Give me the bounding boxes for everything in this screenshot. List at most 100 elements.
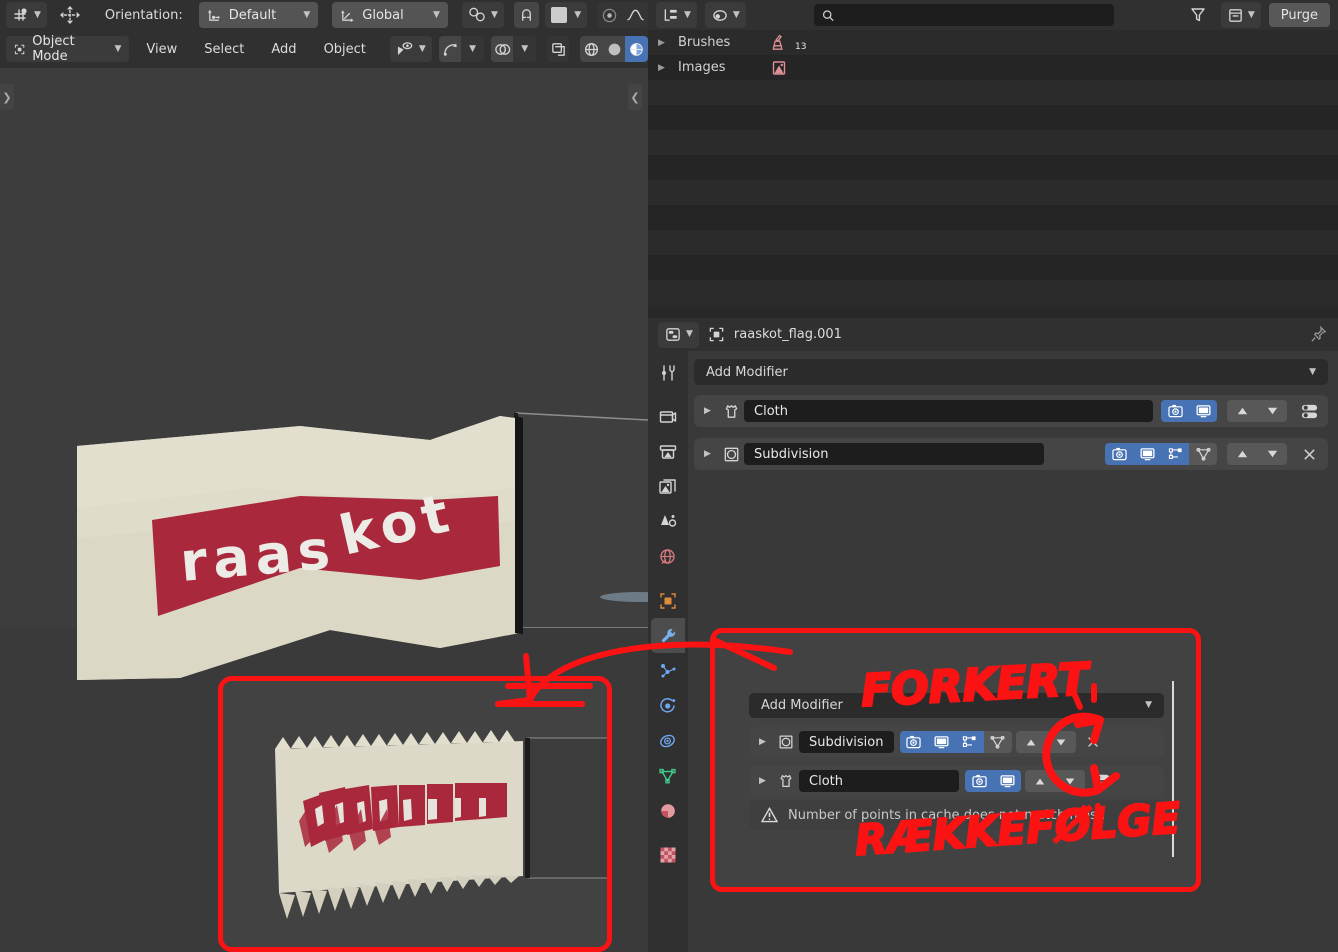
overlays-dropdown[interactable]: ▼: [513, 36, 536, 62]
realtime-toggle[interactable]: [927, 731, 956, 753]
menu-view[interactable]: View: [136, 36, 187, 62]
snap-target-dropdown[interactable]: ▼: [461, 2, 504, 28]
modifier-toggle-group[interactable]: [899, 731, 1012, 753]
oncage-toggle[interactable]: [1189, 443, 1217, 465]
ptab-tool[interactable]: [651, 355, 685, 390]
search-input-wrapper[interactable]: [814, 4, 1115, 26]
editmode-toggle[interactable]: [1161, 443, 1189, 465]
disclosure-triangle-icon[interactable]: ▶: [658, 63, 668, 73]
outliner-tree[interactable]: ▶ Brushes 13 ▶ Images: [648, 30, 1338, 305]
ptab-texture[interactable]: [651, 837, 685, 872]
gizmo-dropdown[interactable]: ▼: [461, 36, 484, 62]
ptab-material[interactable]: [651, 793, 685, 828]
outliner-editor-type-button[interactable]: ▼: [656, 2, 697, 28]
transform-orientation-dropdown[interactable]: Default ▼: [198, 2, 319, 28]
gizmo-toggle[interactable]: [438, 36, 462, 62]
move-up-button[interactable]: [1015, 731, 1046, 753]
disclosure-triangle-icon[interactable]: ▶: [658, 38, 668, 48]
outliner-filter-id-button[interactable]: ▼: [704, 2, 746, 28]
close-icon[interactable]: [1296, 443, 1322, 465]
callout-modifier-row-subdivision[interactable]: ▶ Subdivision: [749, 727, 1164, 757]
modifier-reorder-group[interactable]: [1227, 443, 1287, 465]
modifier-row-subdivision[interactable]: ▶ Subdivision: [694, 438, 1328, 470]
transform-pivot-dropdown[interactable]: Global ▼: [332, 2, 448, 28]
search-input[interactable]: [840, 8, 1107, 22]
move-down-button[interactable]: [1045, 731, 1076, 753]
render-toggle[interactable]: [1105, 443, 1133, 465]
ptab-constraints[interactable]: [651, 723, 685, 758]
modifier-reorder-group[interactable]: [1227, 400, 1287, 422]
modifier-row-cloth[interactable]: ▶ Cloth: [694, 395, 1328, 427]
snap-element-dropdown[interactable]: ▼: [545, 2, 588, 28]
outliner-row-images[interactable]: ▶ Images: [648, 55, 1338, 80]
modifier-toggle-group[interactable]: [965, 770, 1021, 792]
callout-modifier-row-cloth[interactable]: ▶ Cloth: [749, 766, 1164, 796]
extras-dropdown-icon[interactable]: [1296, 400, 1322, 422]
disclosure-triangle-icon[interactable]: ▶: [759, 776, 773, 786]
oncage-toggle[interactable]: [983, 731, 1012, 753]
ptab-physics[interactable]: [651, 688, 685, 723]
close-icon[interactable]: [1080, 731, 1106, 753]
move-up-button[interactable]: [1227, 400, 1257, 422]
extras-dropdown-icon[interactable]: [1089, 770, 1115, 792]
ptab-scene[interactable]: [651, 504, 685, 539]
filter-settings-button[interactable]: ▼: [1220, 2, 1261, 28]
purge-button[interactable]: Purge: [1268, 3, 1330, 27]
move-down-button[interactable]: [1257, 400, 1287, 422]
modifier-name-field[interactable]: Cloth: [744, 400, 1153, 422]
visibility-dropdown[interactable]: ▼: [389, 36, 432, 62]
modifier-reorder-group[interactable]: [1015, 731, 1076, 753]
filter-funnel-button[interactable]: [1183, 2, 1213, 28]
callout-add-modifier-dropdown[interactable]: Add Modifier ▼: [749, 693, 1164, 718]
ptab-object[interactable]: [651, 583, 685, 618]
disclosure-triangle-icon[interactable]: ▶: [759, 737, 773, 747]
properties-tab-strip[interactable]: [648, 351, 688, 952]
proportional-falloff-dropdown[interactable]: [622, 2, 649, 28]
xray-toggle[interactable]: [546, 36, 570, 62]
outliner-row-brushes[interactable]: ▶ Brushes 13: [648, 30, 1338, 55]
disclosure-triangle-icon[interactable]: ▶: [704, 449, 718, 459]
pin-icon[interactable]: [1309, 325, 1328, 344]
panel-scrollbar[interactable]: [1172, 681, 1174, 857]
menu-add[interactable]: Add: [261, 36, 306, 62]
move-down-button[interactable]: [1257, 443, 1287, 465]
overlays-toggle[interactable]: [490, 36, 514, 62]
properties-editor-type-button[interactable]: ▼: [658, 321, 699, 348]
ptab-modifiers[interactable]: [651, 618, 685, 653]
modifier-toggle-group[interactable]: [1161, 400, 1217, 422]
realtime-toggle[interactable]: [1189, 400, 1217, 422]
move-gizmo-icon[interactable]: [53, 2, 87, 28]
shading-solid-button[interactable]: [602, 36, 626, 62]
mode-dropdown[interactable]: Object Mode ▼: [6, 34, 130, 64]
modifier-name-field[interactable]: Subdivision: [744, 443, 1044, 465]
ptab-view-layer[interactable]: [651, 469, 685, 504]
menu-object[interactable]: Object: [314, 36, 376, 62]
snap-magnet-toggle[interactable]: [513, 2, 540, 28]
modifier-reorder-group[interactable]: [1025, 770, 1085, 792]
render-toggle[interactable]: [1161, 400, 1189, 422]
shading-wireframe-button[interactable]: [580, 36, 603, 62]
ptab-world[interactable]: [651, 539, 685, 574]
ptab-output[interactable]: [651, 434, 685, 469]
render-toggle[interactable]: [899, 731, 928, 753]
modifier-name-field[interactable]: Subdivision: [799, 731, 894, 753]
realtime-toggle[interactable]: [993, 770, 1021, 792]
proportional-editing-toggle[interactable]: [597, 2, 623, 28]
ptab-particles[interactable]: [651, 653, 685, 688]
disclosure-triangle-icon[interactable]: ▶: [704, 406, 718, 416]
viewport-left-tab[interactable]: ❯: [0, 84, 14, 110]
ptab-render[interactable]: [651, 399, 685, 434]
move-up-button[interactable]: [1025, 770, 1055, 792]
menu-select[interactable]: Select: [194, 36, 254, 62]
modifier-toggle-group[interactable]: [1105, 443, 1217, 465]
viewport-right-tab[interactable]: ❮: [628, 84, 642, 110]
realtime-toggle[interactable]: [1133, 443, 1161, 465]
render-toggle[interactable]: [965, 770, 993, 792]
shading-material-button[interactable]: [625, 36, 648, 62]
move-down-button[interactable]: [1055, 770, 1085, 792]
editmode-toggle[interactable]: [955, 731, 984, 753]
move-up-button[interactable]: [1227, 443, 1257, 465]
add-modifier-dropdown[interactable]: Add Modifier ▼: [694, 359, 1328, 385]
ptab-object-data[interactable]: [651, 758, 685, 793]
modifier-name-field[interactable]: Cloth: [799, 770, 959, 792]
